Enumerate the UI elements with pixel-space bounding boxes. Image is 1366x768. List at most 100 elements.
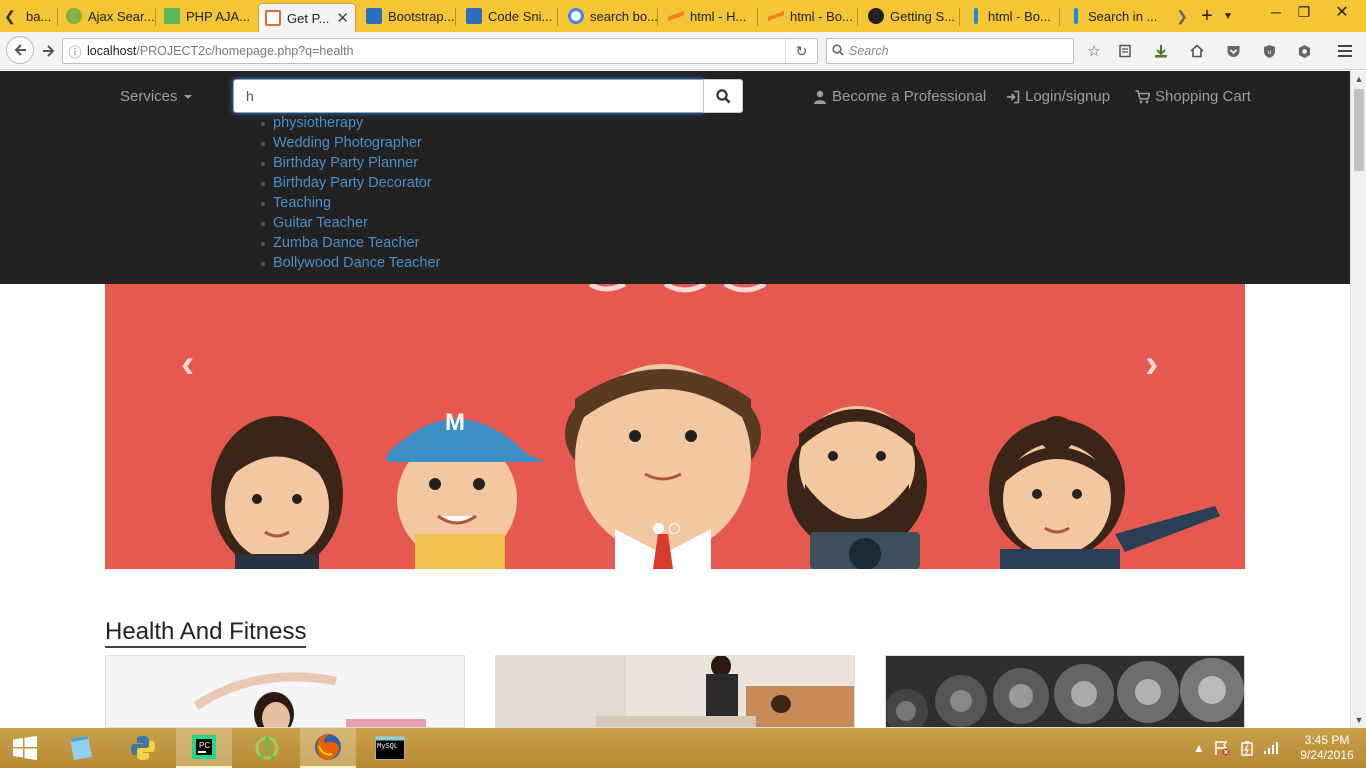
python-icon[interactable] (115, 728, 171, 768)
suggestion-link[interactable]: Bollywood Dance Teacher (260, 253, 440, 273)
hamburger-menu-icon[interactable] (1334, 40, 1356, 62)
browser-tab[interactable]: Code Sni... (460, 2, 558, 30)
extension-gear-icon[interactable] (1293, 40, 1315, 62)
close-tab-icon[interactable]: ✕ (336, 9, 349, 27)
tab-label: Search in ... (1088, 8, 1158, 24)
tab-favicon-icon (466, 8, 482, 24)
clock-date: 9/24/2016 (1300, 748, 1354, 762)
firefox-icon[interactable] (300, 728, 356, 768)
browser-nav-bar: ⓘ localhost/PROJECT2c/homepage.php?q=hea… (0, 32, 1366, 70)
tab-favicon-icon (164, 8, 180, 24)
suggestion-link[interactable]: Wedding Photographer (260, 133, 440, 153)
yoga-photo (106, 656, 464, 727)
caret-down-icon (183, 95, 192, 100)
browser-tab[interactable]: html - Bo... (964, 2, 1060, 30)
category-card[interactable] (885, 655, 1245, 728)
stackoverflow-icon (668, 8, 684, 24)
scroll-down-arrow-icon[interactable]: ▼ (1351, 712, 1366, 728)
google-icon (568, 8, 584, 24)
browser-tab[interactable]: search bo... (562, 2, 658, 30)
browser-tab-active[interactable]: Get P... ✕ (258, 3, 356, 32)
services-dropdown[interactable]: Services (120, 88, 192, 105)
shield-extension-icon[interactable]: u (1258, 40, 1280, 62)
suggestion-link[interactable]: Guitar Teacher (260, 213, 440, 233)
tab-strip: ❮ ba... Ajax Sear... PHP AJA... Get P...… (0, 0, 1366, 32)
become-professional-link[interactable]: Become a Professional (813, 88, 986, 105)
mysql-console-icon[interactable]: MySQL (362, 728, 418, 768)
tab-scroll-left-button[interactable]: ❮ (0, 0, 20, 32)
carousel-prev-chevron-icon[interactable]: ‹ (181, 342, 194, 387)
shopping-cart-label: Shopping Cart (1155, 88, 1251, 105)
browser-tab[interactable]: html - H... (662, 2, 758, 30)
close-window-icon[interactable]: ✕ (1318, 0, 1366, 24)
network-signal-icon[interactable] (1263, 728, 1279, 768)
category-card[interactable] (105, 655, 465, 728)
tab-label: PHP AJA... (186, 8, 251, 24)
clock-time: 3:45 PM (1304, 733, 1350, 747)
reload-icon[interactable]: ↻ (785, 39, 817, 63)
pycharm-icon[interactable]: PC (176, 728, 232, 768)
url-host: localhost (87, 44, 137, 58)
tab-label: search bo... (590, 8, 658, 24)
browser-tab[interactable]: Ajax Sear... (60, 2, 156, 30)
pocket-icon[interactable] (1222, 40, 1244, 62)
browser-tab[interactable]: Bootstrap... (360, 2, 456, 30)
tab-label: html - Bo... (988, 8, 1051, 24)
browser-tab[interactable]: html - Bo... (762, 2, 858, 30)
suggestion-link[interactable]: Birthday Party Decorator (260, 173, 440, 193)
scroll-up-arrow-icon[interactable]: ▲ (1351, 71, 1366, 87)
suggestion-link[interactable]: Teaching (260, 193, 440, 213)
tab-label: Bootstrap... (388, 8, 455, 24)
tab-label: Getting S... (890, 8, 956, 24)
login-signup-link[interactable]: Login/signup (1006, 88, 1110, 105)
action-center-flag-icon[interactable] (1214, 728, 1230, 768)
suggestion-link[interactable]: physiotherapy (260, 113, 440, 133)
tab-favicon-icon (366, 8, 382, 24)
back-arrow-icon[interactable] (6, 36, 34, 64)
tab-scroll-right-button[interactable]: ❯ (1173, 0, 1191, 32)
category-card[interactable] (495, 655, 855, 728)
forward-arrow-icon[interactable] (36, 38, 62, 64)
site-search-input[interactable] (233, 79, 704, 113)
show-hidden-icons-chevron-up-icon[interactable]: ▲ (1193, 728, 1205, 768)
home-icon[interactable] (1186, 40, 1208, 62)
browser-tab[interactable]: ba... (20, 2, 58, 30)
tab-label: html - Bo... (790, 8, 853, 24)
power-battery-icon[interactable] (1240, 728, 1254, 768)
bookmark-star-icon[interactable]: ☆ (1083, 40, 1105, 62)
shopping-cart-link[interactable]: Shopping Cart (1135, 88, 1251, 105)
site-search-button[interactable] (703, 79, 743, 113)
file-explorer-icon[interactable] (52, 728, 108, 768)
carousel-indicator-active[interactable] (653, 523, 664, 534)
reading-list-icon[interactable] (1114, 40, 1136, 62)
android-studio-icon[interactable] (239, 728, 295, 768)
windows-taskbar: PC MySQL ▲ 3:45 PM 9/24/2016 (0, 728, 1366, 768)
tab-label: Get P... (287, 10, 330, 26)
become-professional-label: Become a Professional (832, 88, 987, 105)
site-info-icon[interactable]: ⓘ (63, 42, 87, 61)
tab-favicon-icon (1074, 8, 1078, 24)
browser-tab[interactable]: Search in ... (1064, 2, 1170, 30)
page-scrollbar[interactable]: ▲ ▼ (1350, 71, 1366, 728)
browser-tab[interactable]: PHP AJA... (158, 2, 254, 30)
tab-favicon-icon (974, 8, 978, 24)
dumbbells-photo (886, 656, 1244, 727)
new-tab-plus-icon[interactable]: + (1196, 0, 1218, 32)
suggestion-link[interactable]: Birthday Party Planner (260, 153, 440, 173)
suggestion-link[interactable]: Zumba Dance Teacher (260, 233, 440, 253)
tab-favicon-icon (66, 8, 82, 24)
browser-tab[interactable]: Getting S... (862, 2, 960, 30)
download-icon[interactable] (1150, 40, 1172, 62)
tab-list-chevron-down-icon[interactable]: ▼ (1220, 0, 1236, 32)
scroll-thumb[interactable] (1354, 89, 1364, 171)
carousel-indicator[interactable] (669, 523, 680, 534)
url-bar[interactable]: ⓘ localhost/PROJECT2c/homepage.php?q=hea… (62, 38, 818, 64)
user-icon (814, 90, 826, 104)
site-navbar: Services physiotherapy Wedding Photograp… (0, 71, 1350, 284)
carousel-next-chevron-icon[interactable]: › (1145, 342, 1158, 387)
system-clock[interactable]: 3:45 PM 9/24/2016 (1292, 733, 1362, 763)
physiotherapy-photo (496, 656, 854, 727)
browser-search-input[interactable]: Search (826, 38, 1074, 64)
search-suggestion-list: physiotherapy Wedding Photographer Birth… (260, 113, 440, 273)
windows-start-icon[interactable] (0, 728, 50, 768)
